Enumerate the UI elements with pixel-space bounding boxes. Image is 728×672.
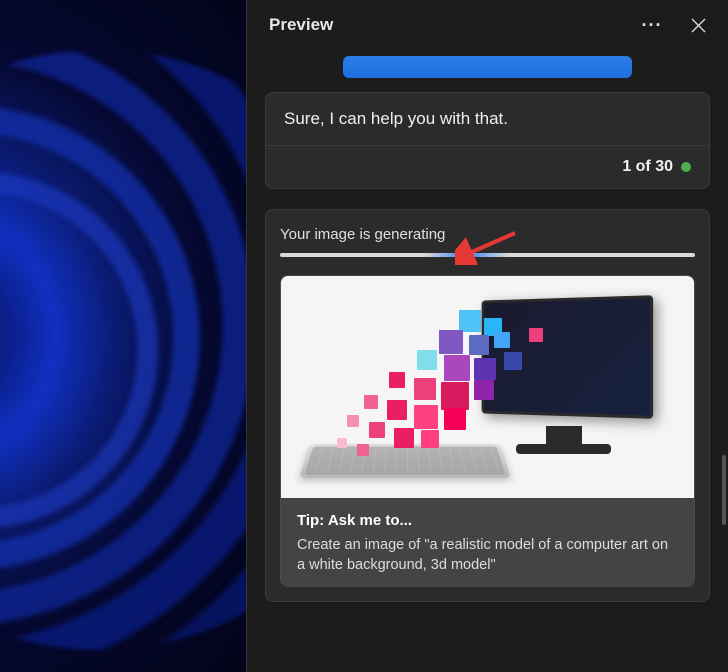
header-actions: ··· bbox=[640, 13, 710, 37]
panel-title: Preview bbox=[269, 15, 333, 35]
tip-text: Create an image of "a realistic model of… bbox=[297, 535, 678, 576]
progress-bar bbox=[280, 253, 695, 257]
scrollbar[interactable] bbox=[722, 455, 726, 525]
image-preview-card[interactable]: Tip: Ask me to... Create an image of "a … bbox=[280, 275, 695, 587]
response-text: Sure, I can help you with that. bbox=[266, 93, 709, 146]
preview-panel: Preview ··· Sure, I can help you with th… bbox=[246, 0, 728, 672]
generating-card: Your image is generating bbox=[265, 209, 710, 602]
response-footer: 1 of 30 bbox=[266, 146, 709, 188]
tip-area: Tip: Ask me to... Create an image of "a … bbox=[281, 498, 694, 586]
pixel-graphic bbox=[329, 300, 549, 470]
generated-image bbox=[281, 276, 694, 498]
response-card: Sure, I can help you with that. 1 of 30 bbox=[265, 92, 710, 189]
action-button-partial[interactable] bbox=[343, 56, 632, 78]
tip-title: Tip: Ask me to... bbox=[297, 512, 678, 529]
close-icon[interactable] bbox=[686, 13, 710, 37]
progress-indicator bbox=[425, 253, 508, 257]
panel-body: Sure, I can help you with that. 1 of 30 … bbox=[247, 50, 728, 672]
panel-header: Preview ··· bbox=[247, 0, 728, 50]
more-icon[interactable]: ··· bbox=[640, 13, 664, 37]
response-counter: 1 of 30 bbox=[622, 158, 673, 176]
desktop-wallpaper bbox=[0, 0, 246, 672]
generating-label: Your image is generating bbox=[266, 210, 709, 253]
status-dot-icon bbox=[681, 162, 691, 172]
